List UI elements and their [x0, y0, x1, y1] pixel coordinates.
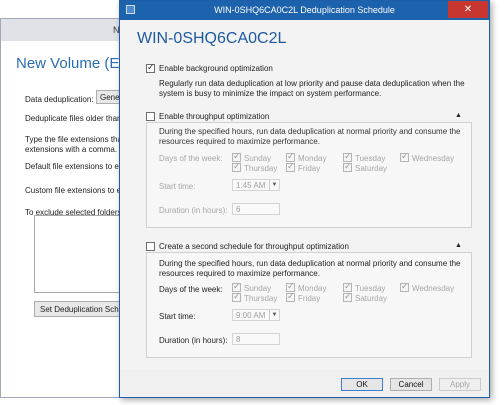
close-icon[interactable]: ✕ — [448, 1, 488, 18]
volume-heading: New Volume (E:\) — [16, 55, 133, 72]
friday-checkbox-2[interactable] — [286, 291, 295, 302]
wednesday-label-2: Wednesday — [412, 284, 455, 293]
throughput-optimization-label: Enable throughput optimization — [159, 112, 270, 121]
dedup-label: Data deduplication: — [25, 95, 94, 104]
dialog-footer — [120, 369, 489, 397]
second-schedule-description: During the specified hours, run data ded… — [159, 259, 461, 278]
friday-checkbox[interactable] — [286, 161, 295, 172]
saturday-label-2: Saturday — [355, 294, 388, 303]
start-time-label: Start time: — [159, 182, 196, 191]
friday-label-2: Friday — [298, 294, 321, 303]
dedup-schedule-dialog: WIN-0SHQ6CA0C2L Deduplication Schedule ✕… — [119, 0, 490, 398]
chevron-up-icon[interactable]: ▲ — [455, 242, 462, 249]
days-of-week-label: Days of the week: — [159, 154, 223, 163]
chevron-down-icon: ▼ — [269, 180, 279, 190]
duration-input-2[interactable]: 8 — [232, 333, 280, 345]
start-time-dropdown-2[interactable]: 9:00 AM ▼ — [232, 309, 280, 321]
cancel-button[interactable]: Cancel — [390, 378, 432, 391]
tuesday-label: Tuesday — [355, 154, 386, 163]
background-titlebar: N — [1, 19, 129, 41]
chevron-up-icon[interactable]: ▲ — [455, 112, 462, 119]
background-optimization-description: Regularly run data deduplication at low … — [159, 79, 465, 98]
start-time-dropdown[interactable]: 1:45 AM ▼ — [232, 179, 280, 191]
wednesday-checkbox[interactable] — [400, 151, 409, 162]
server-name: WIN-0SHQ6CA0C2L — [137, 30, 287, 47]
thursday-label-2: Thursday — [244, 294, 278, 303]
monday-label-2: Monday — [298, 284, 327, 293]
start-time-value: 1:45 AM — [236, 181, 266, 190]
wednesday-checkbox-2[interactable] — [400, 281, 409, 292]
sunday-label-2: Sunday — [244, 284, 272, 293]
saturday-checkbox-2[interactable] — [343, 291, 352, 302]
thursday-label: Thursday — [244, 164, 278, 173]
saturday-checkbox[interactable] — [343, 161, 352, 172]
background-optimization-label: Enable background optimization — [159, 64, 273, 73]
dialog-titlebar: WIN-0SHQ6CA0C2L Deduplication Schedule ✕ — [120, 1, 489, 20]
thursday-checkbox[interactable] — [232, 161, 241, 172]
duration-label: Duration (in hours): — [159, 206, 228, 215]
background-properties-window: N New Volume (E:\) Data deduplication: D… — [0, 18, 319, 398]
start-time-label-2: Start time: — [159, 312, 196, 321]
apply-button[interactable]: Apply — [439, 378, 481, 391]
duration-input[interactable]: 6 — [232, 203, 280, 215]
throughput-description: During the specified hours, run data ded… — [159, 127, 461, 146]
second-schedule-checkbox[interactable] — [146, 242, 155, 251]
background-optimization-checkbox[interactable] — [146, 62, 155, 73]
thursday-checkbox-2[interactable] — [232, 291, 241, 302]
start-time-value-2: 9:00 AM — [236, 311, 266, 320]
monday-label: Monday — [298, 154, 327, 163]
dialog-title: WIN-0SHQ6CA0C2L Deduplication Schedule — [214, 5, 395, 15]
throughput-optimization-checkbox[interactable] — [146, 112, 155, 121]
tuesday-label-2: Tuesday — [355, 284, 386, 293]
sunday-label: Sunday — [244, 154, 272, 163]
duration-label-2: Duration (in hours): — [159, 336, 228, 345]
saturday-label: Saturday — [355, 164, 388, 173]
wednesday-label: Wednesday — [412, 154, 455, 163]
friday-label: Friday — [298, 164, 321, 173]
chevron-down-icon: ▼ — [269, 310, 279, 320]
days-of-week-label-2: Days of the week: — [159, 285, 223, 294]
second-schedule-label: Create a second schedule for throughput … — [159, 242, 349, 251]
ok-button[interactable]: OK — [341, 378, 383, 391]
